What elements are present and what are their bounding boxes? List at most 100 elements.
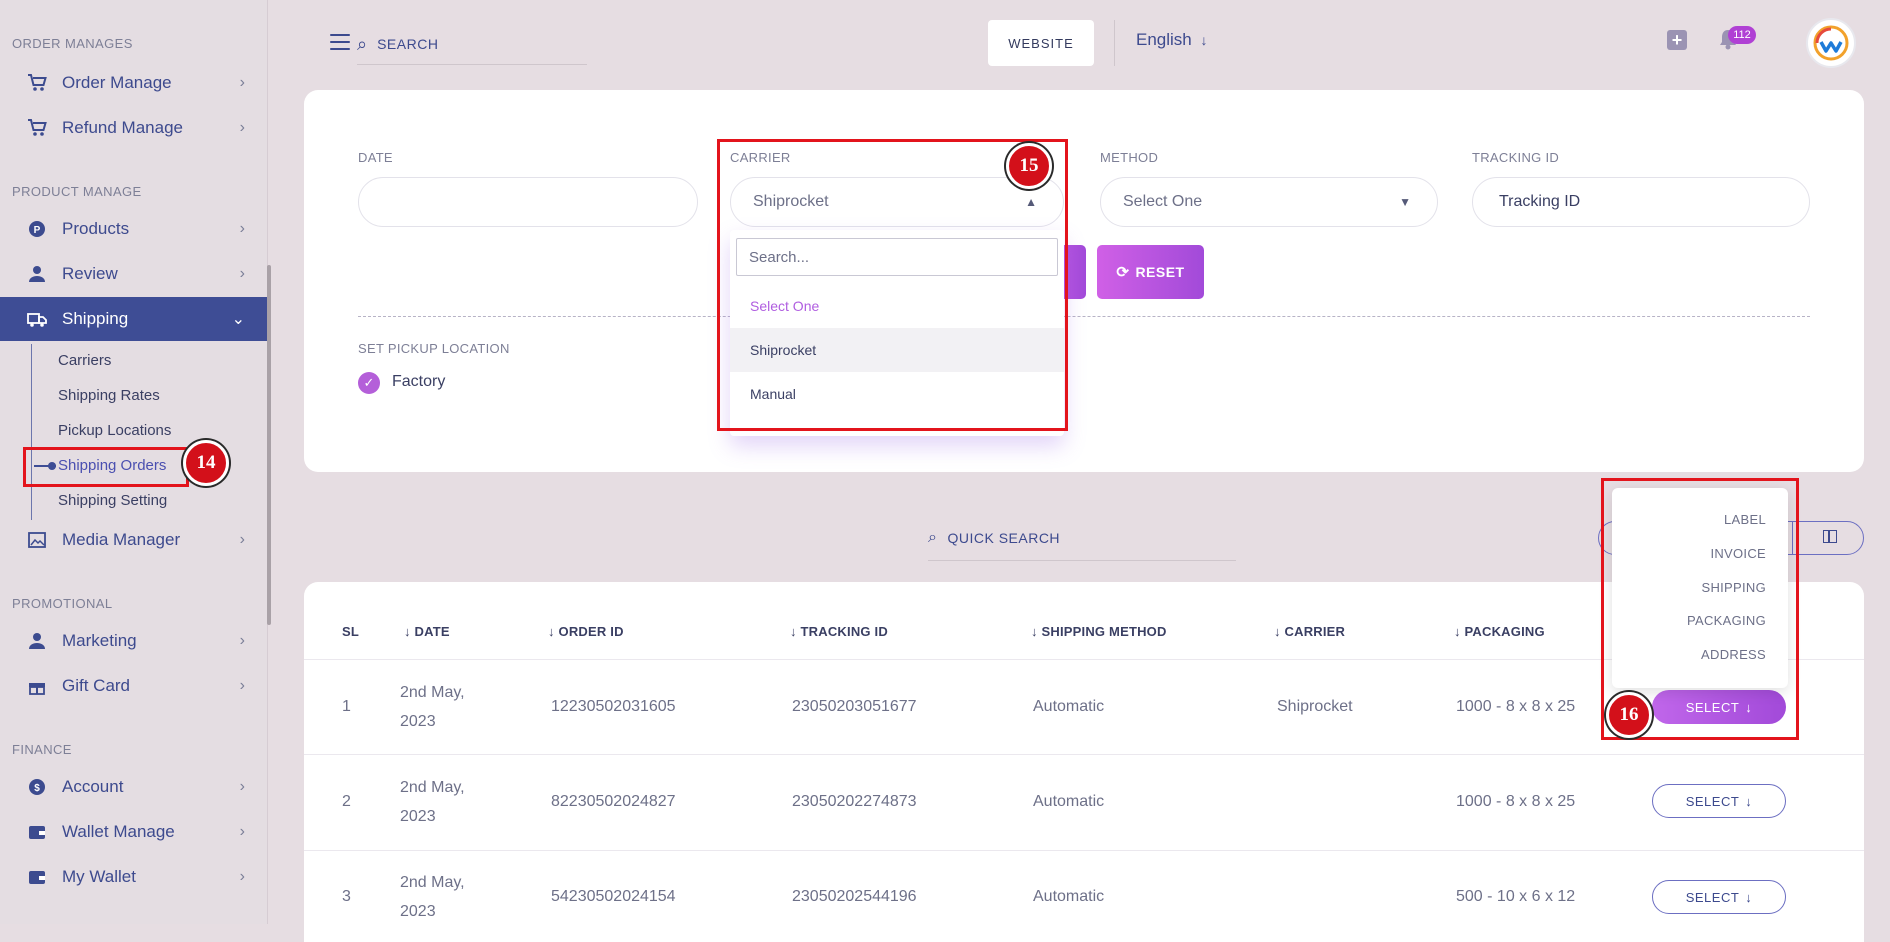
sidebar-item-wallet-manage[interactable]: Wallet Manage › <box>0 810 267 854</box>
column-header-label: ORDER ID <box>558 624 624 639</box>
global-search[interactable]: ⌕ SEARCH <box>357 24 587 65</box>
cell-packaging: 500 - 10 x 6 x 12 <box>1456 888 1576 905</box>
notification-count-badge: 112 <box>1728 26 1756 44</box>
sort-icon: ↓ <box>404 624 415 639</box>
svg-text:P: P <box>34 225 41 236</box>
column-header-label: DATE <box>414 624 450 639</box>
section-title-promotional: PROMOTIONAL <box>12 596 113 611</box>
svg-text:$: $ <box>34 783 40 794</box>
reset-button[interactable]: ⟳ RESET <box>1097 245 1204 299</box>
tracking-id-input[interactable]: Tracking ID <box>1472 177 1810 227</box>
column-header-label: TRACKING ID <box>800 624 888 639</box>
sidebar-item-review[interactable]: Review › <box>0 252 267 296</box>
truck-icon <box>24 308 50 330</box>
row-divider <box>304 850 1864 851</box>
cell-date: 2nd May, 2023 <box>400 773 465 831</box>
quick-search-label: QUICK SEARCH <box>947 530 1061 546</box>
select-button[interactable]: SELECT ↓ <box>1652 880 1786 914</box>
column-header-shipping-method[interactable]: ↓ SHIPPING METHOD <box>1031 624 1167 639</box>
checkmark-icon[interactable]: ✓ <box>358 372 380 394</box>
method-select[interactable]: Select One ▼ <box>1100 177 1438 227</box>
date-field[interactable] <box>358 177 698 227</box>
quick-search[interactable]: ⌕ QUICK SEARCH <box>928 516 1236 561</box>
gift-icon <box>24 675 50 697</box>
column-header-tracking-id[interactable]: ↓ TRACKING ID <box>790 624 888 639</box>
reset-label: RESET <box>1135 264 1185 280</box>
sidebar-subitem-shipping-setting[interactable]: Shipping Setting <box>58 492 167 509</box>
sidebar-item-label: Shipping <box>62 309 129 328</box>
products-icon: P <box>24 218 50 240</box>
cell-date-line1: 2nd May, <box>400 684 465 701</box>
column-header-carrier[interactable]: ↓ CARRIER <box>1274 624 1345 639</box>
sidebar-item-order-manage[interactable]: Order Manage › <box>0 61 267 105</box>
cell-method: Automatic <box>1033 698 1105 715</box>
user-icon <box>24 630 50 652</box>
column-header-sl: SL <box>342 624 360 639</box>
website-button[interactable]: WEBSITE <box>988 20 1094 66</box>
language-label: English <box>1136 30 1192 49</box>
sidebar-item-refund-manage[interactable]: Refund Manage › <box>0 106 267 150</box>
column-header-date[interactable]: ↓ DATE <box>404 624 450 639</box>
sort-icon: ↓ <box>1031 624 1042 639</box>
cell-sl: 3 <box>342 888 351 905</box>
header-divider <box>1114 20 1115 66</box>
cell-sl: 2 <box>342 793 351 810</box>
column-header-label: PACKAGING <box>1464 624 1545 639</box>
cart-icon <box>24 72 50 94</box>
sidebar-item-media-manager[interactable]: Media Manager › <box>0 518 267 562</box>
pickup-option-factory[interactable]: Factory <box>392 373 445 391</box>
wallet-icon <box>24 866 50 888</box>
sidebar-item-gift-card[interactable]: Gift Card › <box>0 664 267 708</box>
chevron-right-icon: › <box>239 531 245 548</box>
cell-carrier: Shiprocket <box>1277 698 1353 715</box>
chevron-right-icon: › <box>239 868 245 885</box>
section-title-product: PRODUCT MANAGE <box>12 184 142 199</box>
sidebar-item-label: Media Manager <box>62 530 181 549</box>
sidebar-subitem-carriers[interactable]: Carriers <box>58 352 111 369</box>
column-header-packaging[interactable]: ↓ PACKAGING <box>1454 624 1545 639</box>
pickup-location-label: SET PICKUP LOCATION <box>358 341 510 356</box>
sidebar-item-label: Account <box>62 777 124 796</box>
sidebar-item-label: Gift Card <box>62 676 131 695</box>
select-button[interactable]: SELECT ↓ <box>1652 784 1786 818</box>
chevron-right-icon: › <box>239 119 245 136</box>
sidebar-item-marketing[interactable]: Marketing › <box>0 619 267 663</box>
cell-date-line1: 2nd May, <box>400 779 465 796</box>
cell-date-line2: 2023 <box>400 903 436 920</box>
cell-method: Automatic <box>1033 793 1105 810</box>
divider <box>358 316 1810 317</box>
method-label: METHOD <box>1100 150 1159 165</box>
column-header-label: CARRIER <box>1284 624 1346 639</box>
sidebar-item-label: Wallet Manage <box>62 822 175 841</box>
language-selector[interactable]: English ↓ <box>1136 30 1208 50</box>
refresh-icon: ⟳ <box>1116 264 1130 281</box>
chevron-right-icon: › <box>239 265 245 282</box>
menu-toggle-icon[interactable] <box>330 34 350 50</box>
add-icon[interactable]: + <box>1667 30 1687 50</box>
avatar[interactable] <box>1806 18 1856 68</box>
sidebar-scrollbar[interactable] <box>267 265 271 625</box>
cell-date-line2: 2023 <box>400 808 436 825</box>
sidebar-item-label: Marketing <box>62 631 137 650</box>
user-icon <box>24 263 50 285</box>
column-header-order-id[interactable]: ↓ ORDER ID <box>548 624 624 639</box>
sidebar-item-account[interactable]: $ Account › <box>0 765 267 809</box>
sidebar-item-products[interactable]: P Products › <box>0 207 267 251</box>
cell-tracking-id: 23050202274873 <box>792 793 917 810</box>
sidebar-item-shipping[interactable]: Shipping ⌄ <box>0 297 267 341</box>
caret-down-icon: ▼ <box>1399 195 1411 209</box>
chevron-right-icon: › <box>239 677 245 694</box>
tracking-label: TRACKING ID <box>1472 150 1560 165</box>
sort-icon: ↓ <box>1274 624 1285 639</box>
sidebar-subitem-pickup-locations[interactable]: Pickup Locations <box>58 422 171 439</box>
sidebar-item-my-wallet[interactable]: My Wallet › <box>0 855 267 899</box>
chevron-right-icon: › <box>239 632 245 649</box>
select-button-label: SELECT <box>1685 889 1740 905</box>
cell-date-line2: 2023 <box>400 713 436 730</box>
sidebar-subitem-shipping-rates[interactable]: Shipping Rates <box>58 387 160 404</box>
cell-order-id: 54230502024154 <box>551 888 676 905</box>
columns-icon[interactable] <box>1823 530 1837 543</box>
sort-icon: ↓ <box>548 624 559 639</box>
cell-order-id: 12230502031605 <box>551 698 676 715</box>
annotation-badge-16: 16 <box>1606 692 1652 738</box>
